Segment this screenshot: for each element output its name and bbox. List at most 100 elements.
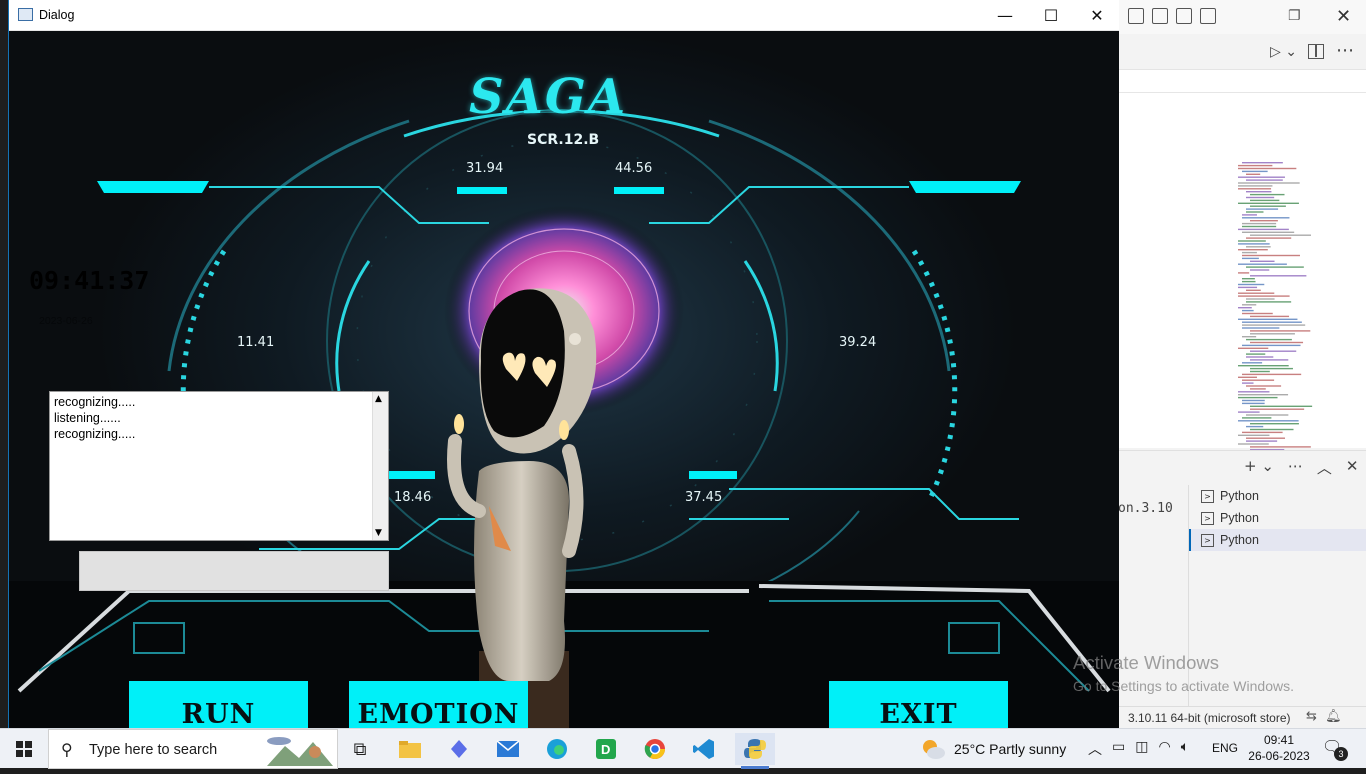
dialog-canvas: SAGA SCR.12.B 31.94 44.56 11.41 39.24 18…: [9, 31, 1119, 728]
customize-layout-icon[interactable]: [1200, 8, 1216, 24]
minimize-button[interactable]: —: [982, 0, 1028, 31]
system-tray: ︿ ▭ ◫ ◠ 🔈︎: [1088, 739, 1189, 759]
file-explorer-button[interactable]: [390, 733, 430, 765]
vscode-icon: [693, 739, 714, 759]
terminal-output: on.3.10: [1118, 501, 1173, 516]
maximize-panel-icon[interactable]: ︿: [1317, 457, 1332, 478]
panel-actions: + ⌄ ⋯ ︿ ✕: [1244, 457, 1359, 478]
terminal-list: > Python > Python > Python: [1188, 485, 1366, 707]
emotion-button[interactable]: EMOTION: [349, 681, 528, 728]
search-placeholder: Type here to search: [89, 742, 218, 758]
edge-icon: [547, 739, 567, 759]
hud-readout: 39.24: [839, 335, 877, 350]
terminal-panel: + ⌄ ⋯ ︿ ✕ on.3.10 > Python > Python > Pytho…: [1118, 450, 1366, 707]
log-lines: recognizing..... listening...... recogni…: [54, 394, 135, 442]
hud-subtitle: SCR.12.B: [527, 132, 600, 148]
copilot-button[interactable]: [439, 733, 479, 765]
start-button[interactable]: [0, 729, 48, 769]
wifi-icon[interactable]: ◠: [1158, 739, 1170, 759]
weather-text: 25°C Partly sunny: [954, 741, 1067, 757]
terminal-label: Python: [1220, 511, 1259, 525]
run-button[interactable]: RUN: [129, 681, 308, 728]
log-line: recognizing.....: [54, 427, 136, 441]
status-icons: ⇆ 🔔︎: [1306, 709, 1342, 724]
terminal-icon: >: [1201, 533, 1214, 547]
language-indicator[interactable]: ENG: [1212, 741, 1238, 755]
meet-now-icon[interactable]: ◫: [1135, 739, 1148, 759]
chrome-icon: [644, 739, 665, 759]
task-view-button[interactable]: ⧉: [340, 733, 380, 765]
scroll-up-icon[interactable]: ▲: [375, 394, 382, 404]
log-line: listening......: [54, 411, 121, 425]
edge-button[interactable]: [537, 733, 577, 765]
python-icon: [744, 739, 766, 759]
taskbar-date: 26-06-2023: [1248, 749, 1310, 763]
new-terminal-icon[interactable]: + ⌄: [1244, 457, 1274, 478]
close-icon[interactable]: ✕: [1336, 6, 1351, 27]
window-title: Dialog: [39, 8, 75, 22]
battery-icon[interactable]: ▭: [1112, 739, 1125, 759]
hud-title: SAGA: [469, 69, 628, 125]
clock-display: 09:41:37: [29, 266, 150, 295]
toggle-sidebar-icon[interactable]: [1128, 8, 1144, 24]
terminal-icon: >: [1201, 489, 1214, 503]
terminal-item[interactable]: > Python: [1189, 485, 1366, 507]
volume-icon[interactable]: 🔈︎: [1181, 739, 1189, 759]
taskbar-search[interactable]: ⚲ Type here to search: [48, 729, 338, 769]
dialog-titlebar[interactable]: Dialog — ☐ ✕: [9, 0, 1119, 31]
date-display: 2023-06-26: [39, 315, 93, 327]
close-panel-icon[interactable]: ✕: [1346, 457, 1359, 478]
notification-count-badge: 3: [1334, 747, 1348, 761]
more-actions-icon[interactable]: ⋯: [1336, 40, 1354, 61]
dashlane-icon: D: [596, 739, 616, 759]
taskbar-clock[interactable]: 09:41 26-06-2023: [1248, 732, 1310, 764]
split-editor-icon[interactable]: [1308, 44, 1324, 59]
live-share-icon[interactable]: ⇆: [1306, 709, 1317, 724]
app-d-button[interactable]: D: [586, 733, 626, 765]
hud-readout: 11.41: [237, 335, 275, 350]
code-editor[interactable]: [1118, 70, 1366, 509]
chrome-button[interactable]: [635, 733, 675, 765]
maximize-button[interactable]: ☐: [1028, 0, 1074, 31]
scroll-down-icon[interactable]: ▼: [375, 528, 382, 538]
python-interpreter[interactable]: 3.10.11 64-bit (microsoft store): [1128, 711, 1291, 725]
copilot-icon: [451, 740, 467, 758]
run-icon[interactable]: ▷ ⌄: [1270, 44, 1297, 60]
taskbar-time: 09:41: [1263, 733, 1295, 747]
mail-button[interactable]: [488, 733, 528, 765]
taskbar: ⚲ Type here to search ⧉ D 25°C Partly su…: [0, 728, 1366, 769]
editor-toolbar: ▷ ⌄ ⋯: [1118, 34, 1366, 70]
vscode-button[interactable]: [684, 733, 724, 765]
terminal-item[interactable]: > Python: [1189, 529, 1366, 551]
search-highlight-icon: [267, 737, 333, 766]
dialog-window: Dialog — ☐ ✕ SAGA SCR.12.B 31.94 44.56 1…: [8, 0, 1119, 728]
terminal-icon: >: [1201, 511, 1214, 525]
partly-sunny-icon: [923, 740, 945, 759]
log-scrollbar[interactable]: ▲ ▼: [372, 392, 388, 540]
more-icon[interactable]: ⋯: [1288, 457, 1303, 478]
python-button[interactable]: [735, 733, 775, 769]
svg-text:D: D: [601, 742, 610, 757]
show-hidden-icons-icon[interactable]: ︿: [1088, 739, 1102, 759]
mail-icon: [496, 740, 520, 757]
log-line: recognizing.....: [54, 395, 136, 409]
restore-icon[interactable]: ❐: [1288, 8, 1301, 24]
bell-icon[interactable]: 🔔︎: [1325, 709, 1342, 724]
toggle-secondary-sidebar-icon[interactable]: [1176, 8, 1192, 24]
terminal-label: Python: [1220, 489, 1259, 503]
hud-readout: 18.46: [394, 490, 432, 505]
toggle-panel-icon[interactable]: [1152, 8, 1168, 24]
recognition-log[interactable]: recognizing..... listening...... recogni…: [49, 391, 389, 541]
close-button[interactable]: ✕: [1074, 0, 1119, 31]
windows-logo-icon: [16, 741, 32, 757]
command-input[interactable]: [79, 551, 389, 591]
vscode-window: ❐ ✕ ▷ ⌄ ⋯ + ⌄ ⋯ ︿ ✕ on.3.10 > Python > Pyt…: [1118, 0, 1366, 728]
hud-readout: 44.56: [615, 161, 653, 176]
hud-readout: 37.45: [685, 490, 723, 505]
exit-button[interactable]: EXIT: [829, 681, 1008, 728]
terminal-item[interactable]: > Python: [1189, 507, 1366, 529]
weather-widget[interactable]: 25°C Partly sunny: [920, 737, 1066, 761]
vscode-titlebar: ❐ ✕: [1118, 0, 1366, 34]
app-icon: [18, 8, 33, 21]
task-view-icon: ⧉: [353, 738, 367, 760]
